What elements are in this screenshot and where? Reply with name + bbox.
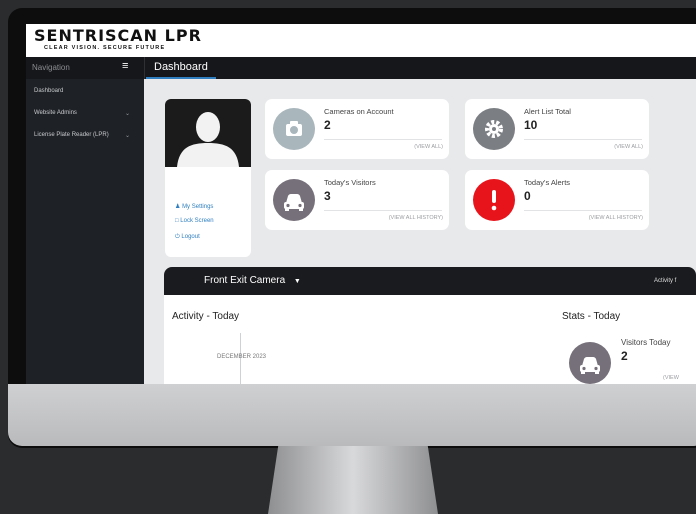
- brand-bar: SENTRISCAN LPR CLEAR VISION. SECURE FUTU…: [26, 24, 696, 57]
- divider: [324, 139, 442, 140]
- app-screen: SENTRISCAN LPR CLEAR VISION. SECURE FUTU…: [26, 24, 696, 384]
- stat-label: Today's Alerts: [524, 178, 571, 187]
- sidebar-item-website-admins[interactable]: Website Admins: [34, 110, 77, 116]
- camera-select-value: Front Exit Camera: [204, 275, 286, 286]
- divider: [324, 210, 442, 211]
- stat-value: 10: [524, 118, 538, 132]
- timeline-date: DECEMBER 2023: [217, 354, 267, 360]
- menu-toggle-icon[interactable]: ≡: [122, 60, 128, 72]
- view-all-history-link[interactable]: (VIEW ALL HISTORY): [589, 215, 643, 221]
- view-all-history-link[interactable]: (VIEW ALL HISTORY): [389, 215, 443, 221]
- sidebar: Dashboard Website Admins ⌄ License Plate…: [26, 79, 144, 384]
- user-icon: ♟: [175, 204, 181, 210]
- camera-header: Front Exit Camera ▼ Activity f: [164, 267, 696, 295]
- page-title: Dashboard: [154, 61, 208, 73]
- brand-logo[interactable]: SENTRISCAN LPR CLEAR VISION. SECURE FUTU…: [34, 28, 202, 52]
- stat-label: Alert List Total: [524, 107, 571, 116]
- car-icon: [273, 179, 315, 221]
- camera-icon: [273, 108, 315, 150]
- stat-value: 2: [324, 118, 331, 132]
- sidebar-item-label: Dashboard: [34, 88, 64, 94]
- camera-select[interactable]: Front Exit Camera ▼: [204, 275, 301, 286]
- stat-card-cameras[interactable]: Cameras on Account 2 (VIEW ALL): [265, 99, 449, 159]
- top-navbar: Navigation ≡ Dashboard: [26, 57, 696, 79]
- stat-label: Cameras on Account: [324, 107, 394, 116]
- monitor-stand: [268, 446, 438, 514]
- divider: [524, 210, 642, 211]
- sidebar-item-lpr[interactable]: License Plate Reader (LPR): [34, 132, 109, 138]
- avatar: [165, 99, 251, 167]
- car-icon: [569, 342, 611, 384]
- brand-tagline: CLEAR VISION. SECURE FUTURE: [44, 45, 166, 51]
- camera-panel: Activity - Today DECEMBER 2023 Stats - T…: [164, 295, 696, 384]
- stat-value: 0: [524, 189, 531, 203]
- brand-name: SENTRISCAN LPR: [34, 26, 202, 45]
- logout-label: Logout: [181, 234, 200, 240]
- visitors-today-value: 2: [621, 349, 628, 363]
- caret-down-icon: ▼: [293, 278, 301, 285]
- my-settings-link[interactable]: ♟ My Settings: [175, 203, 213, 210]
- visitors-today-label: Visitors Today: [621, 338, 671, 347]
- exclamation-icon: [473, 179, 515, 221]
- view-all-link[interactable]: (VIEW ALL): [614, 144, 643, 150]
- monitor-chin: [8, 384, 696, 446]
- power-icon: ⏻: [175, 234, 180, 240]
- nav-divider: [144, 57, 145, 79]
- chevron-down-icon[interactable]: ⌄: [125, 132, 130, 139]
- lock-icon: □: [175, 218, 179, 224]
- profile-card: ♟ My Settings □ Lock Screen ⏻ Logout: [165, 99, 251, 257]
- chevron-down-icon[interactable]: ⌄: [125, 110, 130, 117]
- lock-screen-link[interactable]: □ Lock Screen: [175, 218, 214, 224]
- view-all-link[interactable]: (VIEW ALL): [414, 144, 443, 150]
- avatar-silhouette-icon: [177, 112, 239, 167]
- sidebar-item-dashboard[interactable]: Dashboard: [34, 88, 63, 94]
- view-link[interactable]: (VIEW: [663, 375, 679, 381]
- stat-card-alert-list[interactable]: Alert List Total 10 (VIEW ALL): [465, 99, 649, 159]
- gear-icon: [473, 108, 515, 150]
- sidebar-item-label: License Plate Reader (LPR): [34, 132, 109, 138]
- stat-label: Today's Visitors: [324, 178, 376, 187]
- activity-title: Activity - Today: [172, 311, 240, 322]
- lock-screen-label: Lock Screen: [180, 218, 214, 224]
- navigation-label: Navigation: [32, 63, 70, 72]
- my-settings-label: My Settings: [182, 204, 214, 210]
- sidebar-item-label: Website Admins: [34, 110, 77, 116]
- main-content: ♟ My Settings □ Lock Screen ⏻ Logout Cam…: [144, 79, 696, 384]
- stats-title: Stats - Today: [562, 311, 621, 322]
- logout-link[interactable]: ⏻ Logout: [175, 234, 200, 241]
- stat-card-visitors[interactable]: Today's Visitors 3 (VIEW ALL HISTORY): [265, 170, 449, 230]
- tab-dashboard[interactable]: Dashboard: [146, 57, 216, 79]
- stat-card-alerts[interactable]: Today's Alerts 0 (VIEW ALL HISTORY): [465, 170, 649, 230]
- divider: [524, 139, 642, 140]
- activity-feed-label: Activity f: [654, 278, 677, 284]
- stat-value: 3: [324, 189, 331, 203]
